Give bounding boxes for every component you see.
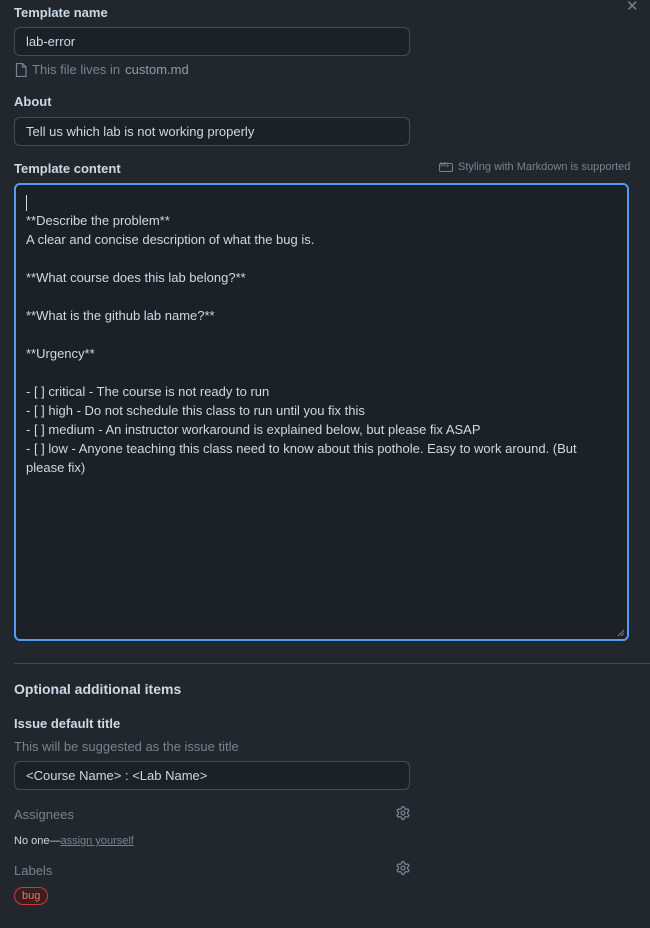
close-icon[interactable]: ✕ — [626, 0, 639, 15]
text-caret — [26, 194, 27, 211]
labels-label: Labels — [14, 863, 53, 878]
about-label: About — [14, 94, 52, 109]
content-line: - [ ] low - Anyone teaching this class n… — [26, 441, 577, 475]
optional-items-title: Optional additional items — [14, 681, 182, 697]
content-line: A clear and concise description of what … — [26, 232, 315, 247]
content-line — [26, 287, 617, 306]
markdown-icon — [439, 161, 453, 172]
bug-label-badge[interactable]: bug — [14, 887, 49, 905]
content-line: **What course does this lab belong?** — [26, 270, 246, 285]
markdown-hint[interactable]: Styling with Markdown is supported — [439, 161, 630, 173]
content-line — [26, 192, 617, 211]
template-content-textarea[interactable]: **Describe the problem** A clear and con… — [14, 183, 629, 641]
content-line: **Urgency** — [26, 346, 95, 361]
template-name-value: lab-error — [26, 34, 76, 49]
assignees-value: No one—assign yourself — [14, 832, 134, 847]
content-line: - [ ] medium - An instructor workaround … — [26, 422, 481, 437]
template-content-label: Template content — [14, 161, 121, 176]
section-divider — [14, 663, 650, 664]
markdown-hint-text: Styling with Markdown is supported — [458, 161, 631, 173]
about-input[interactable]: Tell us which lab is not working properl… — [14, 117, 410, 146]
content-line: - [ ] high - Do not schedule this class … — [26, 403, 365, 418]
issue-title-hint: This will be suggested as the issue titl… — [14, 739, 239, 754]
issue-title-input[interactable]: <Course Name> : <Lab Name> — [14, 761, 410, 790]
template-name-input[interactable]: lab-error — [14, 27, 410, 56]
about-value: Tell us which lab is not working properl… — [26, 124, 255, 139]
content-line — [26, 363, 617, 382]
file-name: custom.md — [125, 62, 189, 77]
content-line: - [ ] critical - The course is not ready… — [26, 384, 270, 399]
template-name-label: Template name — [14, 5, 108, 20]
issue-title-value: <Course Name> : <Lab Name> — [26, 768, 208, 783]
no-assignee-text: No one— — [14, 835, 61, 847]
content-line: **Describe the problem** — [26, 213, 170, 228]
content-line: **What is the github lab name?** — [26, 308, 215, 323]
file-icon — [15, 62, 27, 77]
labels-gear-icon[interactable] — [396, 861, 410, 875]
content-line — [26, 249, 617, 268]
issue-title-label: Issue default title — [14, 716, 121, 731]
content-line — [26, 325, 617, 344]
assignees-label: Assignees — [14, 807, 74, 822]
resize-grip-icon[interactable] — [617, 629, 625, 637]
file-hint-prefix: This file lives in — [32, 62, 121, 77]
file-location-hint: This file lives in custom.md — [15, 62, 189, 77]
assign-yourself-link[interactable]: assign yourself — [60, 835, 133, 847]
assignees-gear-icon[interactable] — [396, 806, 410, 820]
